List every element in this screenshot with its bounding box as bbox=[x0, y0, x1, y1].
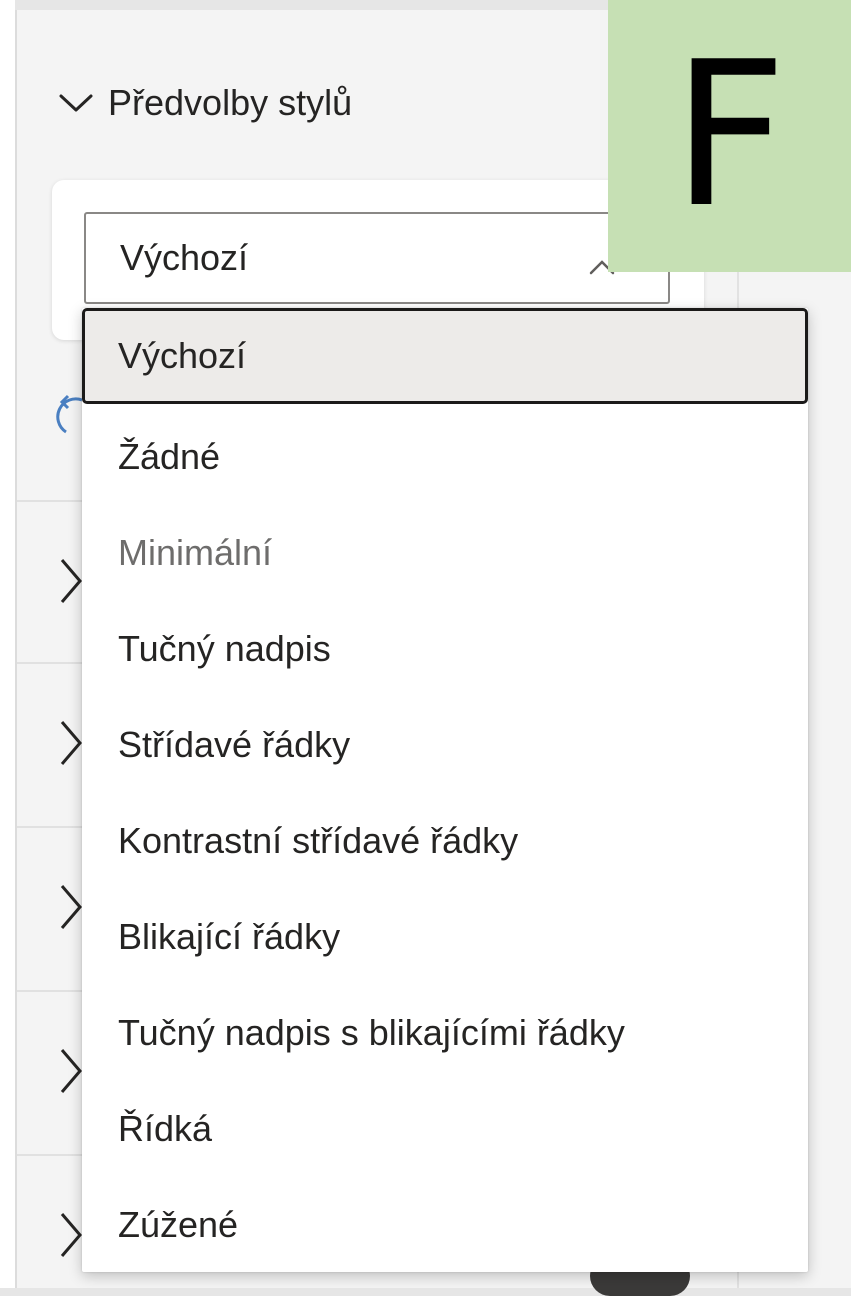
chevron-right-icon[interactable] bbox=[58, 882, 84, 937]
chevron-down-icon bbox=[58, 91, 94, 115]
pane-edge bbox=[0, 0, 15, 1288]
section-title: Předvolby stylů bbox=[108, 82, 353, 123]
option-vychozi[interactable]: Výchozí bbox=[82, 308, 808, 404]
chevron-right-icon[interactable] bbox=[58, 718, 84, 773]
corner-label-badge: F bbox=[608, 0, 851, 272]
option-kontrastni-stridave-radky[interactable]: Kontrastní střídavé řádky bbox=[82, 793, 808, 889]
option-blikajici-radky[interactable]: Blikající řádky bbox=[82, 889, 808, 985]
option-minimalni[interactable]: Minimální bbox=[82, 505, 808, 601]
option-tucny-nadpis[interactable]: Tučný nadpis bbox=[82, 601, 808, 697]
option-zadne[interactable]: Žádné bbox=[82, 409, 808, 505]
option-tucny-nadpis-s-blikajicimi-radky[interactable]: Tučný nadpis s blikajícími řádky bbox=[82, 985, 808, 1081]
option-stridave-radky[interactable]: Střídavé řádky bbox=[82, 697, 808, 793]
option-zuzene[interactable]: Zúžené bbox=[82, 1177, 808, 1273]
option-ridka[interactable]: Řídká bbox=[82, 1081, 808, 1177]
style-preset-listbox: Výchozí Žádné Minimální Tučný nadpis Stř… bbox=[82, 308, 808, 1272]
style-presets-header[interactable]: Předvolby stylů bbox=[58, 78, 352, 128]
chevron-right-icon[interactable] bbox=[58, 1210, 84, 1265]
select-value: Výchozí bbox=[120, 237, 249, 278]
chevron-right-icon[interactable] bbox=[58, 1046, 84, 1101]
chevron-right-icon[interactable] bbox=[58, 556, 84, 611]
style-preset-select[interactable]: Výchozí bbox=[84, 212, 670, 304]
